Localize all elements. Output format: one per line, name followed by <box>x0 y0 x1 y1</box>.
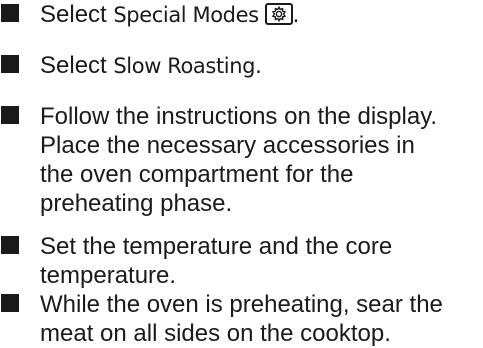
step-set-temperature: Set the temperature and the core tempera… <box>0 232 483 290</box>
bullet-square <box>1 294 19 312</box>
step-select-slow-roasting: Select Slow Roasting. <box>0 51 483 81</box>
step-sear-meat: While the oven is preheating, sear the m… <box>0 290 483 348</box>
step-suffix: . <box>255 52 262 79</box>
step-prefix: Select <box>40 52 114 79</box>
step-line: temperature. <box>40 262 177 289</box>
step-line: Follow the instructions on the display. <box>40 103 438 130</box>
step-line: Set the temperature and the core <box>40 233 393 260</box>
step-line: meat on all sides on the cooktop. <box>40 320 391 347</box>
bullet-square <box>1 236 19 254</box>
step-line: While the oven is preheating, sear the <box>40 291 443 318</box>
slow-roasting-label: Slow Roasting <box>113 54 256 78</box>
step-prefix: Select <box>40 1 114 28</box>
step-text: Select Special Modes. <box>40 0 483 30</box>
step-line: preheating phase. <box>40 190 233 217</box>
step-text: Select Slow Roasting. <box>40 51 483 81</box>
step-suffix: . <box>292 1 300 28</box>
bullet-square <box>1 4 19 22</box>
step-select-special-modes: Select Special Modes. <box>0 0 483 30</box>
step-line: Place the necessary accessories in <box>40 132 415 159</box>
bullet-square <box>1 106 19 124</box>
step-follow-instructions: Follow the instructions on the display. … <box>0 102 483 218</box>
step-line: the oven compartment for the <box>40 161 354 188</box>
bullet-square <box>1 55 19 73</box>
special-modes-icon <box>264 3 293 25</box>
special-modes-label: Special Modes <box>113 3 259 27</box>
